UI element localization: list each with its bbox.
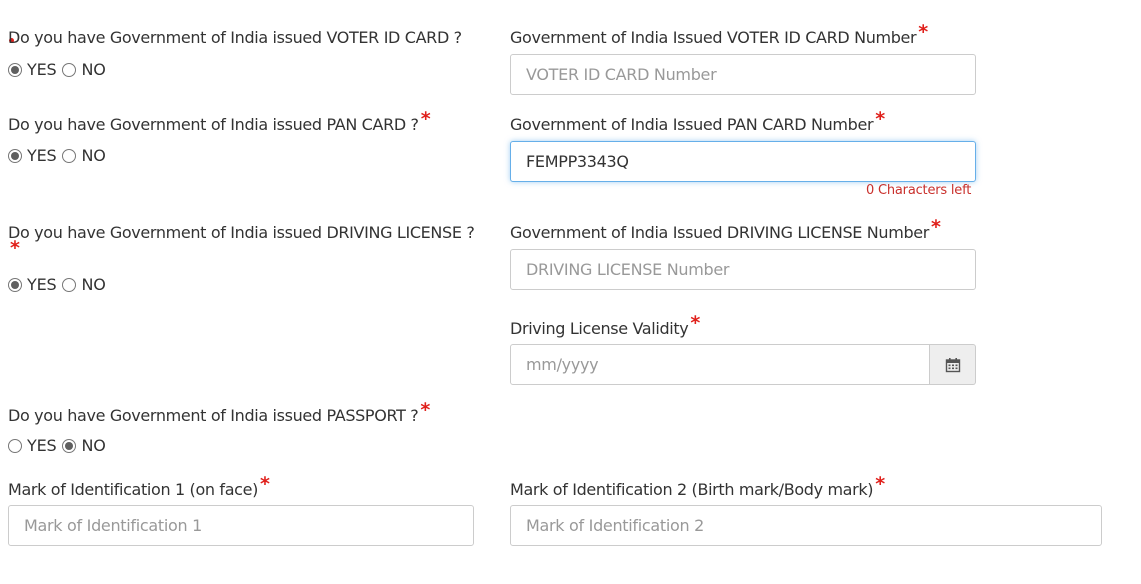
mark2-label: Mark of Identification 2 (Birth mark/Bod… <box>510 474 885 500</box>
calendar-icon <box>945 357 960 372</box>
voter-no-radio[interactable] <box>62 63 77 77</box>
passport-yes-label: YES <box>27 436 57 455</box>
driving-number-label: Government of India Issued DRIVING LICEN… <box>510 217 941 243</box>
voter-number-label-text: Government of India Issued VOTER ID CARD… <box>510 28 917 47</box>
driving-number-label-text: Government of India Issued DRIVING LICEN… <box>510 223 929 242</box>
passport-no-label: NO <box>81 436 106 455</box>
passport-no-radio[interactable] <box>62 439 77 453</box>
driving-number-input[interactable] <box>510 249 976 290</box>
driving-validity-label-text: Driving License Validity <box>510 319 689 338</box>
passport-question-label: Do you have Government of India issued P… <box>8 400 430 426</box>
pan-yes-radio[interactable] <box>8 149 22 163</box>
pan-yes-label: YES <box>27 146 57 165</box>
voter-number-input[interactable] <box>510 54 976 95</box>
driving-yes-radio[interactable] <box>8 278 22 292</box>
required-star: * <box>690 312 700 334</box>
driving-no-radio[interactable] <box>62 278 77 292</box>
driving-radio-group: YES NO <box>8 275 112 295</box>
pan-number-label-text: Government of India Issued PAN CARD Numb… <box>510 115 874 134</box>
voter-question-label: Do you have Government of India issued V… <box>8 27 462 48</box>
required-star: * <box>420 399 430 421</box>
mark2-input[interactable] <box>510 505 1102 546</box>
voter-no-label: NO <box>81 60 106 79</box>
driving-question-label: Do you have Government of India issued D… <box>8 222 478 264</box>
driving-validity-label: Driving License Validity * <box>510 313 700 339</box>
voter-number-label: Government of India Issued VOTER ID CARD… <box>510 22 928 48</box>
driving-validity-group <box>510 344 976 385</box>
passport-yes-radio[interactable] <box>8 439 22 453</box>
required-star: * <box>259 473 270 495</box>
mark1-label-text: Mark of Identification 1 (on face) <box>8 480 258 499</box>
pan-number-label: Government of India Issued PAN CARD Numb… <box>510 109 885 135</box>
pan-no-radio[interactable] <box>62 149 77 163</box>
required-star: * <box>918 21 928 43</box>
voter-question-text: Do you have Government of India issued V… <box>8 28 462 47</box>
driving-validity-input[interactable] <box>510 344 930 385</box>
pan-no-label: NO <box>81 146 106 165</box>
calendar-button[interactable] <box>930 344 976 385</box>
driving-no-label: NO <box>81 275 106 294</box>
driving-yes-label: YES <box>27 275 57 294</box>
required-star: * <box>930 216 941 238</box>
pan-radio-group: YES NO <box>8 146 112 166</box>
mark2-label-text: Mark of Identification 2 (Birth mark/Bod… <box>510 480 874 499</box>
required-star: * <box>875 108 885 130</box>
driving-question-text: Do you have Government of India issued D… <box>8 223 475 242</box>
mark1-input[interactable] <box>8 505 474 546</box>
pan-question-text: Do you have Government of India issued P… <box>8 115 419 134</box>
voter-yes-label: YES <box>27 60 57 79</box>
passport-radio-group: YES NO <box>8 436 112 456</box>
passport-question-text: Do you have Government of India issued P… <box>8 406 419 425</box>
mark1-label: Mark of Identification 1 (on face) * <box>8 474 270 500</box>
required-star: * <box>420 108 431 130</box>
required-star: * <box>875 473 885 495</box>
voter-radio-group: YES NO <box>8 60 112 80</box>
required-star: * <box>10 237 20 259</box>
pan-chars-left: 0 Characters left <box>866 183 972 198</box>
voter-yes-radio[interactable] <box>8 63 22 77</box>
pan-question-label: Do you have Government of India issued P… <box>8 109 431 135</box>
pan-number-input[interactable] <box>510 141 976 182</box>
